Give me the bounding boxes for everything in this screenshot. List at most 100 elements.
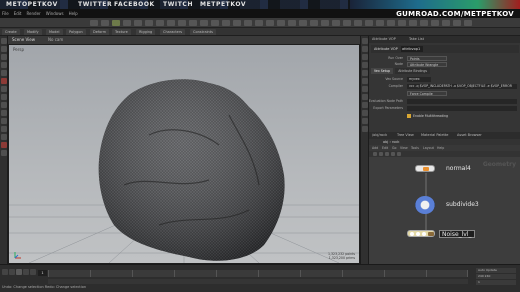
tool-icon[interactable] [453, 20, 461, 26]
subdivide-node-icon[interactable] [415, 196, 435, 214]
step-back-icon[interactable] [9, 269, 15, 275]
move-tool-icon[interactable] [1, 46, 7, 52]
eval-node-path-field[interactable] [407, 98, 517, 104]
tool-icon[interactable] [255, 20, 263, 26]
export-params-field[interactable] [407, 105, 517, 111]
menu-help[interactable]: Help [69, 11, 78, 16]
shelf-tab[interactable]: Polygon [66, 29, 86, 35]
tool-icon[interactable] [299, 20, 307, 26]
shelf-tab[interactable]: Rigging [136, 29, 156, 35]
tool-icon[interactable] [387, 20, 395, 26]
tool-icon[interactable] [431, 20, 439, 26]
tab-take-list[interactable]: Take List [409, 37, 424, 41]
auto-update-menu[interactable]: Auto Update [476, 268, 516, 273]
tool-icon[interactable] [321, 20, 329, 26]
tool-icon[interactable] [365, 20, 373, 26]
network-editor[interactable]: /obj/rock Tree View Material Palette Ass… [368, 132, 520, 264]
multithread-checkbox[interactable] [407, 114, 411, 118]
menu-edit[interactable]: Edit [14, 11, 22, 16]
tool-icon[interactable] [167, 20, 175, 26]
flag-icon[interactable] [416, 232, 420, 236]
jump-end-icon[interactable] [30, 269, 36, 275]
tool-icon[interactable] [145, 20, 153, 26]
extra-tool-icon[interactable] [1, 150, 7, 156]
tool-icon[interactable] [211, 20, 219, 26]
light-tool-icon[interactable] [1, 126, 7, 132]
tool-icon[interactable] [332, 20, 340, 26]
tool-icon[interactable] [123, 20, 131, 26]
shelf-tab[interactable]: Model [46, 29, 63, 35]
tool-icon[interactable] [189, 20, 197, 26]
play-icon[interactable] [16, 269, 22, 275]
tab-vex-setup[interactable]: Vex Setup [371, 68, 394, 74]
pose-tool-icon[interactable] [1, 86, 7, 92]
shelf-tab[interactable]: Texture [112, 29, 131, 35]
tool-icon[interactable] [178, 20, 186, 26]
node-name-edit[interactable]: Noise_lvl_ [439, 230, 475, 238]
record-tool-icon[interactable] [1, 142, 7, 148]
compiler-field[interactable]: vcc -q $VOP_INCLUDEPATH -o $VOP_OBJECTFI… [407, 83, 517, 89]
snap-tool-icon[interactable] [1, 94, 7, 100]
tool-icon[interactable] [398, 20, 406, 26]
shelf-tab[interactable]: Create [2, 29, 20, 35]
tool-icon[interactable] [420, 20, 428, 26]
camera-tool-icon[interactable] [1, 118, 7, 124]
tool-icon[interactable] [134, 20, 142, 26]
flag-icon[interactable] [422, 232, 426, 236]
menu-file[interactable]: File [2, 11, 9, 16]
shelf-tab[interactable]: Modify [24, 29, 42, 35]
tool-icon[interactable] [266, 20, 274, 26]
shelf-tab[interactable]: Characters [160, 29, 186, 35]
rotate-tool-icon[interactable] [1, 54, 7, 60]
node-name-field[interactable]: attribvop1 [401, 46, 423, 52]
node-body[interactable] [407, 230, 435, 237]
tool-icon[interactable] [310, 20, 318, 26]
tool-icon[interactable] [409, 20, 417, 26]
timeline-ruler[interactable] [48, 270, 468, 277]
tool-icon[interactable] [244, 20, 252, 26]
tool-icon[interactable] [288, 20, 296, 26]
render-tool-icon[interactable] [1, 134, 7, 140]
tool-icon[interactable] [354, 20, 362, 26]
step-forward-icon[interactable] [23, 269, 29, 275]
tab-attribute-bindings[interactable]: Attribute Bindings [395, 68, 431, 74]
tool-icon[interactable] [200, 20, 208, 26]
step-field[interactable]: 1 [476, 280, 516, 285]
menu-render[interactable]: Render [26, 11, 40, 16]
tool-icon[interactable] [101, 20, 109, 26]
menu-windows[interactable]: Windows [46, 11, 64, 16]
camera-menu[interactable]: No cam [48, 37, 63, 42]
node-body[interactable] [415, 165, 435, 172]
perspective-label[interactable]: Persp [13, 47, 24, 52]
3d-viewport[interactable]: Persp 1,323,232 points 1,323,200 prims [8, 44, 360, 264]
shelf-tab[interactable]: Constraints [190, 29, 216, 35]
select-tool-icon[interactable] [1, 38, 7, 44]
scale-tool-icon[interactable] [1, 62, 7, 68]
paint-tool-icon[interactable] [1, 102, 7, 108]
run-over-select[interactable]: Points [407, 55, 447, 61]
tool-icon[interactable] [464, 20, 472, 26]
handle-tool-icon[interactable] [1, 70, 7, 76]
tool-icon[interactable] [112, 20, 120, 26]
tool-icon[interactable] [156, 20, 164, 26]
frame-range-field[interactable]: 240 240 [476, 274, 516, 279]
param-row: Node Attribute Wrangle [371, 61, 519, 67]
tool-icon[interactable] [277, 20, 285, 26]
force-compile-button[interactable]: Force Compile [407, 90, 447, 96]
current-frame-field[interactable]: 1 [38, 270, 47, 276]
view-tool-icon[interactable] [1, 78, 7, 84]
node-select[interactable]: Attribute Wrangle [407, 61, 447, 67]
tool-icon[interactable] [222, 20, 230, 26]
tool-icon[interactable] [233, 20, 241, 26]
tool-icon[interactable] [343, 20, 351, 26]
jump-start-icon[interactable] [2, 269, 8, 275]
tool-icon[interactable] [376, 20, 384, 26]
flag-icon[interactable] [410, 232, 414, 236]
brush-tool-icon[interactable] [1, 110, 7, 116]
tab-attribute-vop[interactable]: Attribute VOP [372, 37, 396, 41]
tool-icon[interactable] [442, 20, 450, 26]
shelf-tab[interactable]: Deform [90, 29, 110, 35]
vex-source-field[interactable]: myvex [407, 76, 431, 82]
frame-range-bar[interactable] [48, 279, 468, 284]
tool-icon[interactable] [90, 20, 98, 26]
